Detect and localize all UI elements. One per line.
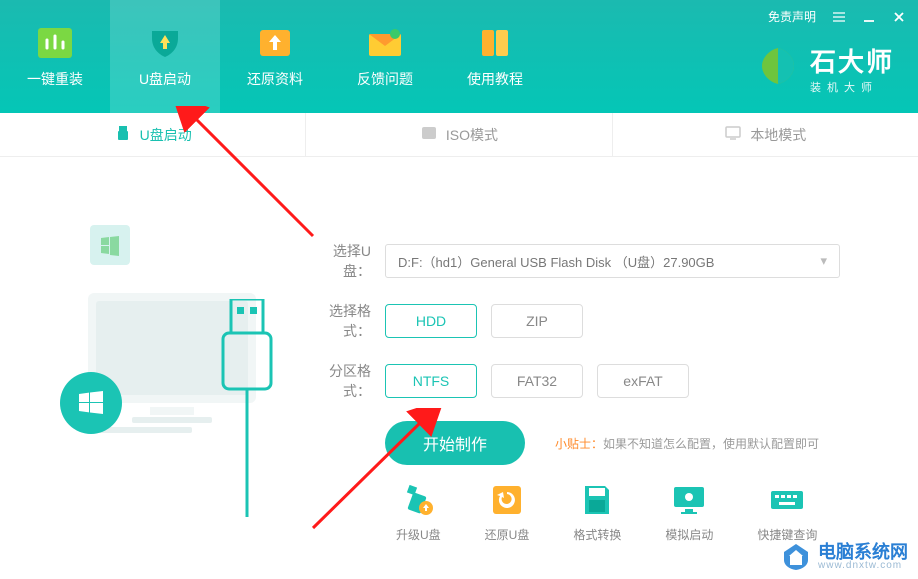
tool-label: 格式转换: [573, 526, 621, 543]
watermark-logo-icon: [780, 541, 812, 573]
partition-option-exfat[interactable]: exFAT: [597, 364, 689, 398]
windows-circle-icon: [60, 372, 122, 434]
format-option-zip[interactable]: ZIP: [491, 304, 583, 338]
format-options: HDD ZIP: [385, 304, 583, 338]
tip: 小贴士：如果不知道怎么配置，使用默认配置即可: [555, 435, 819, 452]
watermark: 电脑系统网 www.dnxtw.com: [780, 541, 908, 573]
usb-icon: [114, 124, 132, 145]
mail-icon: [365, 25, 405, 61]
partition-option-fat32[interactable]: FAT32: [491, 364, 583, 398]
brand-logo-icon: [756, 44, 800, 93]
book-icon: [475, 25, 515, 61]
app-header: 免责声明 一键重装 U盘启动 还原资料 反馈问题 使用教程 石大师: [0, 0, 918, 113]
tool-simulate-boot[interactable]: 模拟启动: [665, 482, 713, 543]
tool-label: 模拟启动: [665, 526, 713, 543]
nav-label: 还原资料: [247, 69, 303, 89]
tool-restore-usb[interactable]: 还原U盘: [485, 482, 530, 543]
brand-title: 石大师: [810, 42, 894, 79]
nav-label: U盘启动: [139, 69, 191, 89]
tool-upgrade-usb[interactable]: 升级U盘: [396, 482, 441, 543]
screen-icon: [671, 482, 707, 518]
brand: 石大师 装机大师: [756, 42, 894, 95]
nav-label: 反馈问题: [357, 69, 413, 89]
nav-label: 一键重装: [27, 69, 83, 89]
mode-label: 本地模式: [750, 125, 806, 145]
mode-label: U盘启动: [140, 125, 192, 145]
partition-label: 分区格式：: [305, 361, 371, 401]
disk-select[interactable]: D:F:（hd1）General USB Flash Disk （U盘）27.9…: [385, 244, 840, 278]
disclaimer-link[interactable]: 免责声明: [768, 8, 816, 25]
illustration: [20, 177, 305, 487]
nav-reinstall[interactable]: 一键重装: [0, 0, 110, 113]
keyboard-icon: [769, 482, 805, 518]
windows-badge-icon: [90, 225, 130, 265]
brand-subtitle: 装机大师: [810, 79, 894, 95]
mode-label: ISO模式: [446, 125, 498, 145]
nav-usb-boot[interactable]: U盘启动: [110, 0, 220, 113]
disk-label: 选择U盘：: [305, 241, 371, 281]
upload-box-icon: [255, 25, 295, 61]
minimize-icon[interactable]: [862, 10, 876, 24]
usb-upgrade-icon: [400, 482, 436, 518]
menu-icon[interactable]: [832, 10, 846, 24]
watermark-title: 电脑系统网: [818, 543, 908, 561]
chevron-down-icon: ▾: [820, 253, 827, 269]
nav-label: 使用教程: [467, 69, 523, 89]
titlebar: 免责声明: [768, 8, 906, 25]
format-option-hdd[interactable]: HDD: [385, 304, 477, 338]
iso-icon: [420, 124, 438, 145]
usb-restore-icon: [489, 482, 525, 518]
tip-text: 如果不知道怎么配置，使用默认配置即可: [603, 437, 819, 451]
tool-label: 升级U盘: [396, 526, 441, 543]
partition-options: NTFS FAT32 exFAT: [385, 364, 689, 398]
form-area: 选择U盘： D:F:（hd1）General USB Flash Disk （U…: [305, 177, 888, 487]
nav-feedback[interactable]: 反馈问题: [330, 0, 440, 113]
partition-option-ntfs[interactable]: NTFS: [385, 364, 477, 398]
nav-tutorial[interactable]: 使用教程: [440, 0, 550, 113]
watermark-url: www.dnxtw.com: [818, 561, 908, 571]
mode-iso[interactable]: ISO模式: [306, 113, 612, 156]
start-button[interactable]: 开始制作: [385, 421, 525, 465]
mode-local[interactable]: 本地模式: [613, 113, 918, 156]
disk-value: D:F:（hd1）General USB Flash Disk （U盘）27.9…: [398, 252, 714, 271]
shield-icon: [145, 25, 185, 61]
bottom-tools: 升级U盘 还原U盘 格式转换 模拟启动 快捷键查询: [396, 482, 817, 543]
tool-label: 还原U盘: [485, 526, 530, 543]
monitor-icon: [724, 124, 742, 145]
tool-hotkey-query[interactable]: 快捷键查询: [757, 482, 817, 543]
mode-usb-boot[interactable]: U盘启动: [0, 113, 306, 156]
chart-icon: [35, 25, 75, 61]
tool-format-convert[interactable]: 格式转换: [573, 482, 621, 543]
content-area: 选择U盘： D:F:（hd1）General USB Flash Disk （U…: [0, 157, 918, 487]
usb-plug-icon: [215, 299, 279, 519]
close-icon[interactable]: [892, 10, 906, 24]
nav-restore[interactable]: 还原资料: [220, 0, 330, 113]
floppy-icon: [579, 482, 615, 518]
tip-label: 小贴士：: [555, 437, 603, 451]
mode-tabs: U盘启动 ISO模式 本地模式: [0, 113, 918, 157]
format-label: 选择格式：: [305, 301, 371, 341]
main-nav: 一键重装 U盘启动 还原资料 反馈问题 使用教程: [0, 0, 550, 113]
